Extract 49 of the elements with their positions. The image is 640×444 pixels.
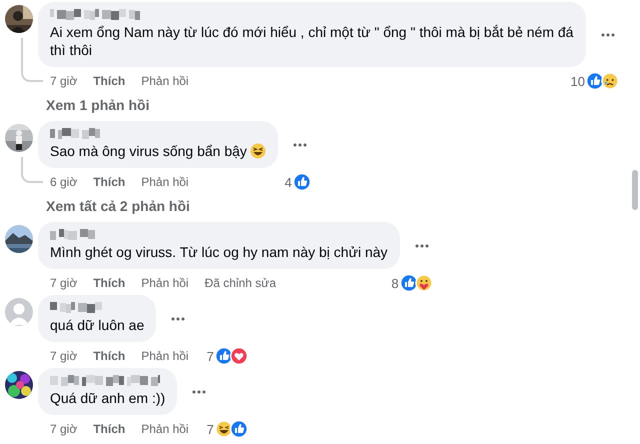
sad-face-icon [601,72,619,90]
comment-text: Ai xem ổng Nam này từ lúc đó mới hiểu , chỉ một từ " ổng " thôi mà bị bắt bẻ ném đá thì thôi [50,23,574,59]
laughing-face-icon [250,143,266,159]
like-link[interactable]: Thích [93,422,126,436]
more-icon[interactable] [170,316,186,322]
like-link[interactable]: Thích [93,74,126,88]
reply-link[interactable]: Phản hồi [141,175,189,189]
more-icon[interactable] [600,32,616,38]
thread-line [21,157,43,183]
laughing-face-icon [214,420,233,438]
like-icon [230,420,248,438]
thread-line [21,38,43,82]
reaction-count[interactable]: 10 [570,74,585,88]
reaction-count[interactable]: 7 [206,422,214,436]
comment-time: 7 giờ [50,422,78,436]
blurred-name [50,128,100,139]
comment-text: Mình ghét og viruss. Từ lúc og hy nam này bị chửi này [50,243,388,261]
like-link[interactable]: Thích [93,349,126,363]
comment-text: Quá dữ anh em :)) [50,389,166,407]
view-replies-link[interactable]: Xem tất cả 2 phản hồi [46,198,190,214]
scrollbar-thumb[interactable] [632,170,638,210]
comment-time: 7 giờ [50,74,78,88]
more-icon[interactable] [292,142,308,148]
more-icon[interactable] [414,242,430,248]
reaction-count[interactable]: 7 [206,348,214,364]
reply-link[interactable]: Phản hồi [141,276,189,290]
edited-label: Đã chỉnh sửa [204,276,276,290]
reply-link[interactable]: Phản hồi [141,349,189,363]
like-icon [214,347,233,365]
hug-face-icon [414,274,433,292]
like-link[interactable]: Thích [93,175,126,189]
comment-text: quá dữ luôn ae [50,316,144,334]
blurred-name [50,229,95,240]
reaction-count[interactable]: 8 [391,276,399,290]
view-replies-link[interactable]: Xem 1 phản hồi [46,97,150,113]
avatar-icon [5,298,33,326]
like-icon [292,173,311,191]
reply-link[interactable]: Phản hồi [141,74,189,88]
like-icon [586,72,604,90]
like-icon [400,274,418,292]
comment-time: 7 giờ [50,349,78,363]
like-link[interactable]: Thích [93,276,126,290]
more-icon[interactable] [191,388,208,394]
reply-link[interactable]: Phản hồi [141,422,189,436]
reaction-count[interactable]: 4 [284,174,292,190]
comment-time: 6 giờ [50,175,78,189]
blurred-name [50,302,105,313]
comment-time: 7 giờ [50,276,78,290]
comment-text: Sao mà ông virus sống bẩn bậy [50,142,266,160]
